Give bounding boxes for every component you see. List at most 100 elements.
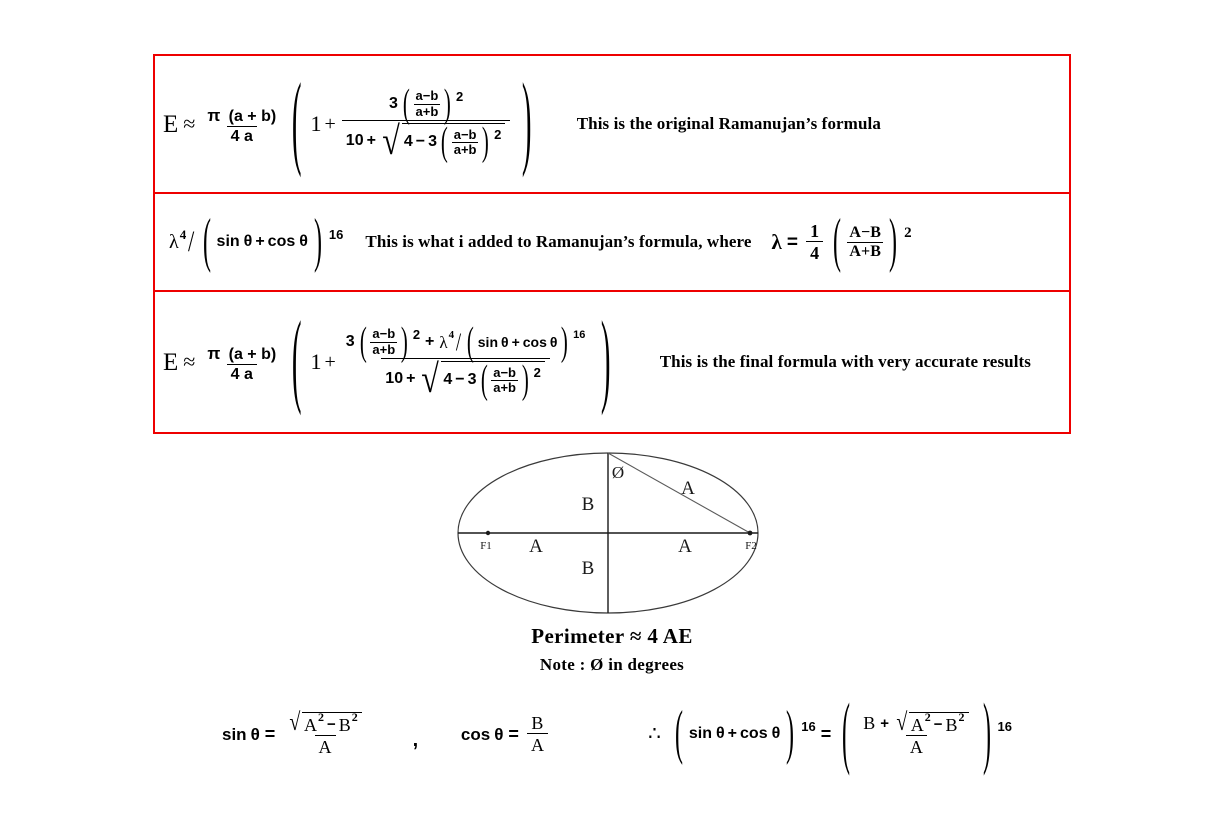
formula-row-final: E ≈ π (a + b) 4 a ( 1 + 3 (a−b a+b) 2 … [155,292,1069,432]
formula-row-original: E ≈ π (a + b) 4 a ( 1 + 3 (a−b a+b) 2 … [155,56,1069,194]
conclusion-rhs-exponent: 16 [997,719,1012,735]
final-theta-symbol-cos: θ [549,334,558,350]
note-final: This is the final formula with very accu… [659,352,1032,371]
conclusion-rhs-fraction: B + √ A 2 − B 2 A [859,708,973,756]
hypotenuse-label: A [681,478,695,499]
final-prefactor-denominator: 4 a [226,363,257,383]
conclusion-rhs-plus: + [880,714,890,732]
radicand-ratio-exponent: 2 [494,127,502,143]
final-lhs-E: E [163,348,179,376]
final-main-fraction: 3 ( a−b a+b ) 2 + λ 4 / (sin θ + cos θ … [342,321,590,401]
sin-identity-fraction: √ A 2 − B 2 A [283,708,367,756]
note-caption: Note : Ø in degrees [0,655,1218,675]
final-denominator-ten: 10 [385,369,404,387]
pi-symbol: π [207,105,221,125]
angle-label: Ø [612,463,624,482]
final-divide-slash: / [456,328,462,356]
lambda-symbol: λ [169,231,179,253]
conclusion-radical-sign: √ [896,708,908,736]
formula-table: E ≈ π (a + b) 4 a ( 1 + 3 (a−b a+b) 2 … [153,54,1071,434]
conclusion-radicand-B: B [945,714,958,735]
identity-separator: , [412,728,419,751]
cos-identity: cos θ = B A [461,714,551,754]
final-outer-paren-close: ) [601,303,611,418]
one-quarter-fraction: 1 4 [806,221,824,262]
conclusion-equals: = [820,724,832,744]
trig-group-exponent: 16 [328,227,344,243]
ab-ratio-exponent: 2 [904,224,912,241]
sin-radicand-B-exponent: 2 [351,710,358,725]
trig-paren-open: ( [202,208,211,274]
ratio-numerator: a−b [415,88,439,104]
conclusion-rhs-denominator: A [905,735,927,756]
focus-right-label: F2 [745,540,757,552]
sin-radicand-B: B [338,714,351,735]
final-ratio-numerator: a−b [372,326,396,342]
sin-radicand-minus: − [327,716,336,733]
conclusion-radicand-minus: − [933,716,943,733]
final-ratio-paren-close: ) [401,318,408,364]
cos-identity-fn: cos [460,724,491,744]
sin-identity-denominator: A [314,735,336,756]
divide-slash: / [188,225,195,258]
main-fraction: 3 ( a−b a+b ) 2 10 + √ 4 − 3 (a−b a+b)… [341,83,511,161]
final-ratio-paren-open: ( [359,318,367,364]
conclusion-cos: cos [740,725,768,742]
cos-identity-theta: θ [494,724,504,744]
outer-paren-open: ( [292,65,302,180]
one-quarter-numerator: 1 [810,221,820,241]
conclusion-identity: ∴ ( sin θ + cos θ ) 16 = ( B + √ A 2 − B… [648,692,1012,773]
prefactor-fraction: π (a + b) 4 a [203,104,280,145]
sin-identity-equals: = [264,724,276,744]
identity-row: sin θ = √ A 2 − B 2 A , cos θ = B A ∴ (… [222,692,1012,774]
theta-symbol-cos: θ [299,233,308,250]
cos-identity-fraction: B A [526,713,548,754]
outer-paren-close: ) [522,65,532,180]
final-trig-group-exponent: 16 [573,329,586,342]
semi-minor-bottom-label: B [582,558,595,579]
ratio-paren-open: ( [402,80,410,126]
final-radical-sign: √ [421,355,440,401]
focus-left-point [485,530,491,536]
ratio-fraction: a−b a+b [413,88,441,119]
radicand-three: 3 [428,133,438,151]
lhs-E: E [163,110,179,138]
conclusion-rhs-paren-close: ) [982,688,991,778]
sin-radicand-A-exponent: 2 [318,710,325,725]
denominator-plus: + [366,131,376,149]
perimeter-caption: Perimeter ≈ 4 AE [0,624,1218,649]
cos-identity-equals: = [508,724,519,744]
radicand-ratio-fraction: a−b a+b [451,127,479,157]
sin-radical-sign: √ [289,708,301,736]
formula-row-addition: λ 4 / ( sin θ + cos θ ) 16 This is what … [155,194,1069,292]
final-radicand-ratio-fraction: a−b a+b [491,365,518,395]
conclusion-theta-sin: θ [716,725,725,742]
cos-identity-numerator: B [531,713,544,733]
conclusion-rhs-sqrt: √ A 2 − B 2 [895,708,969,736]
final-radicand-minus: − [455,371,465,389]
note-caption-text: Note : Ø in degrees [539,655,685,674]
ratio-denominator: a+b [413,103,441,119]
conclusion-paren-close: ) [786,700,795,766]
lambda-def-lhs: λ [771,229,782,254]
lambda-definition: λ = 1 4 ( A−B A+B ) 2 [771,211,912,271]
lambda-def-equals: = [786,231,799,253]
radicand-ratio-paren-close: ) [482,118,490,164]
formula-addition: λ 4 / ( sin θ + cos θ ) 16 [155,211,344,271]
final-prefactor-numerator-group: (a + b) [228,345,277,363]
final-cos-label: cos [522,334,547,350]
approx-sign: ≈ [183,111,196,136]
note-addition: This is what i added to Ramanujan’s form… [365,232,752,251]
final-radicand-ratio-paren-close: ) [521,356,529,402]
final-numerator-coefficient: 3 [345,333,355,350]
ab-ratio-denominator: A+B [847,241,883,260]
lambda-exponent: 4 [179,226,187,242]
plus-sign: + [324,113,336,135]
final-radicand-three: 3 [467,371,477,389]
denominator-ten: 10 [345,131,364,149]
sin-identity-theta: θ [250,724,260,744]
formula-original: E ≈ π (a + b) 4 a ( 1 + 3 (a−b a+b) 2 … [155,70,541,175]
final-ratio-exponent: 2 [412,327,421,343]
sin-identity: sin θ = √ A 2 − B 2 A [222,708,370,756]
final-theta-symbol-sin: θ [501,334,509,350]
